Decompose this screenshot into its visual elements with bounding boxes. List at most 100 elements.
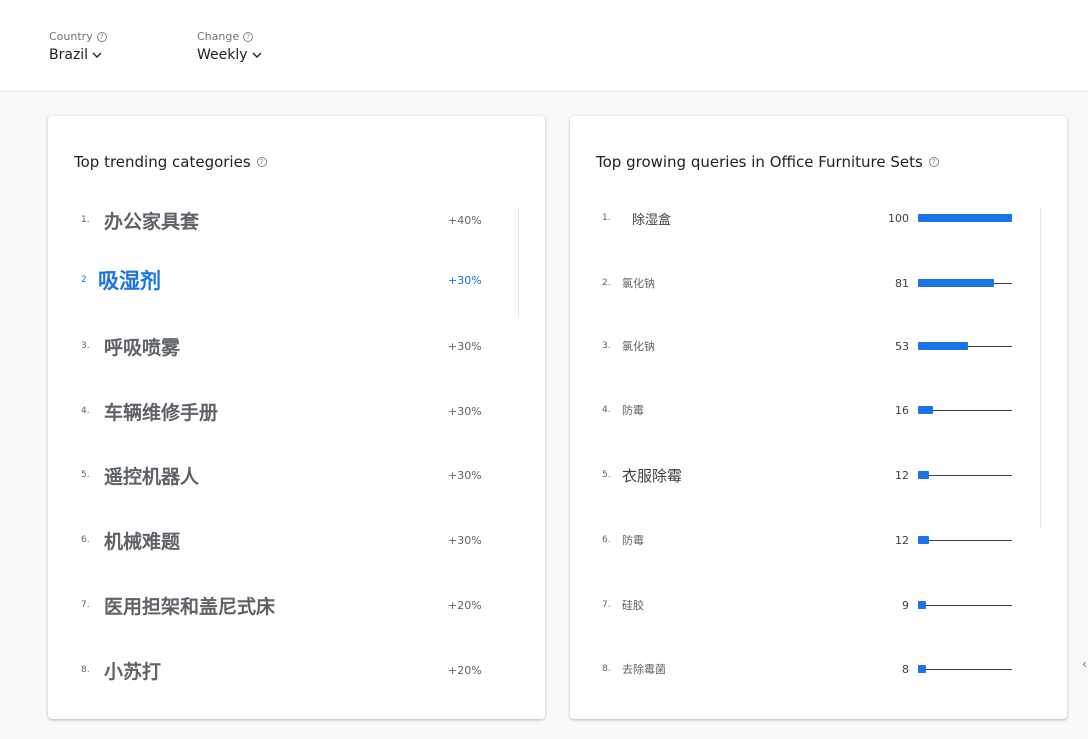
query-text[interactable]: 氯化钠 [622, 338, 655, 354]
category-name[interactable]: 车辆维修手册 [104, 398, 218, 425]
query-value: 9 [902, 598, 909, 612]
query-row[interactable]: 5. 衣服除霉 12 [570, 455, 1067, 495]
change-percent: +40% [448, 213, 482, 227]
change-label: Change [197, 30, 240, 43]
category-name[interactable]: 小苏打 [104, 657, 161, 684]
bar-fill [918, 279, 994, 287]
bar-fill [918, 665, 926, 673]
query-row[interactable]: 2. 氯化钠 81 [570, 263, 1067, 303]
category-row[interactable]: 5. 遥控机器人 +30% [48, 455, 545, 495]
help-circle-icon[interactable]: ? [243, 31, 254, 42]
rank-number: 4. [602, 405, 611, 415]
help-circle-icon[interactable]: ? [928, 157, 939, 167]
query-text[interactable]: 氯化钠 [622, 275, 655, 291]
query-text[interactable]: 衣服除霉 [622, 465, 682, 486]
card-title: Top trending categories [74, 153, 251, 171]
value-bar [918, 279, 1012, 287]
category-row[interactable]: 8. 小苏打 +20% [48, 650, 545, 690]
change-dropdown[interactable]: Weekly [197, 47, 262, 63]
filter-bar: Country ? Brazil Change ? Weekly [0, 0, 1088, 92]
value-bar [918, 471, 1012, 479]
query-row[interactable]: 8. 去除霉菌 8 [570, 649, 1067, 689]
category-name[interactable]: 遥控机器人 [104, 462, 199, 489]
category-name[interactable]: 吸湿剂 [98, 265, 161, 295]
bar-fill [918, 471, 929, 479]
query-row[interactable]: 6. 防霉 12 [570, 520, 1067, 560]
rank-number: 4. [81, 406, 90, 416]
change-percent: +20% [448, 598, 482, 612]
bar-fill [918, 406, 933, 414]
country-dropdown[interactable]: Brazil [49, 47, 107, 63]
query-value: 12 [895, 533, 909, 547]
query-value: 53 [895, 339, 909, 353]
category-name[interactable]: 呼吸喷雾 [104, 333, 180, 360]
top-trending-categories-card: Top trending categories ? 1. 办公家具套 +40% 2 吸湿… [48, 116, 545, 719]
category-row[interactable]: 4. 车辆维修手册 +30% [48, 391, 545, 431]
rank-number: 1. [602, 213, 611, 223]
query-row[interactable]: 7. 硅胶 9 [570, 585, 1067, 625]
category-name[interactable]: 机械难题 [104, 527, 180, 554]
change-percent: +30% [448, 468, 482, 482]
change-percent: +30% [448, 339, 482, 353]
value-bar [918, 665, 1012, 673]
change-percent: +30% [448, 533, 482, 547]
rank-number: 3. [81, 341, 90, 351]
category-name[interactable]: 医用担架和盖尼式床 [104, 592, 275, 619]
query-value: 16 [895, 403, 909, 417]
rank-number: 6. [602, 535, 611, 545]
category-row[interactable]: 2 吸湿剂 +30% [48, 260, 545, 300]
bar-fill [918, 536, 929, 544]
query-value: 8 [902, 662, 909, 676]
rank-number: 5. [602, 470, 611, 480]
rank-number: 7. [81, 600, 90, 610]
rank-number: 3. [602, 341, 611, 351]
query-value: 81 [895, 276, 909, 290]
help-circle-icon[interactable]: ? [256, 157, 267, 167]
rank-number: 1. [81, 215, 90, 225]
card-title: Top growing queries in Office Furniture … [596, 153, 923, 171]
query-row[interactable]: 4. 防霉 16 [570, 390, 1067, 430]
bar-track [918, 540, 1012, 541]
value-bar [918, 214, 1012, 222]
chevron-down-icon [92, 52, 102, 58]
query-text[interactable]: 硅胶 [622, 597, 644, 613]
query-value: 12 [895, 468, 909, 482]
query-text[interactable]: 除湿盒 [632, 209, 671, 228]
value-bar [918, 406, 1012, 414]
category-name[interactable]: 办公家具套 [104, 207, 199, 234]
value-bar [918, 536, 1012, 544]
category-row[interactable]: 7. 医用担架和盖尼式床 +20% [48, 585, 545, 625]
top-growing-queries-card: Top growing queries in Office Furniture … [570, 116, 1067, 719]
bar-track [918, 669, 1012, 670]
category-row[interactable]: 1. 办公家具套 +40% [48, 200, 545, 240]
bar-track [918, 475, 1012, 476]
rank-number: 8. [602, 664, 611, 674]
rank-number: 8. [81, 665, 90, 675]
chevron-down-icon [252, 52, 262, 58]
query-text[interactable]: 去除霉菌 [622, 661, 666, 677]
rank-number: 7. [602, 600, 611, 610]
change-value: Weekly [197, 47, 248, 63]
country-value: Brazil [49, 47, 89, 63]
change-filter: Change ? Weekly [197, 30, 262, 63]
bar-track [918, 605, 1012, 606]
category-row[interactable]: 3. 呼吸喷雾 +30% [48, 326, 545, 366]
bar-fill [918, 342, 968, 350]
help-circle-icon[interactable]: ? [96, 31, 107, 42]
bar-fill [918, 601, 926, 609]
category-row[interactable]: 6. 机械难题 +30% [48, 520, 545, 560]
arrow-icon[interactable]: ‹ [1082, 657, 1087, 671]
rank-number: 2 [81, 275, 87, 285]
change-percent: +30% [448, 404, 482, 418]
query-text[interactable]: 防霉 [622, 402, 644, 418]
value-bar [918, 601, 1012, 609]
query-value: 100 [888, 211, 909, 225]
query-row[interactable]: 3. 氯化钠 53 [570, 326, 1067, 366]
rank-number: 2. [602, 278, 611, 288]
query-row[interactable]: 1. 除湿盒 100 [570, 198, 1067, 238]
rank-number: 5. [81, 470, 90, 480]
country-label: Country [49, 30, 93, 43]
query-text[interactable]: 防霉 [622, 532, 644, 548]
country-filter: Country ? Brazil [49, 30, 107, 63]
bar-fill [918, 214, 1012, 222]
